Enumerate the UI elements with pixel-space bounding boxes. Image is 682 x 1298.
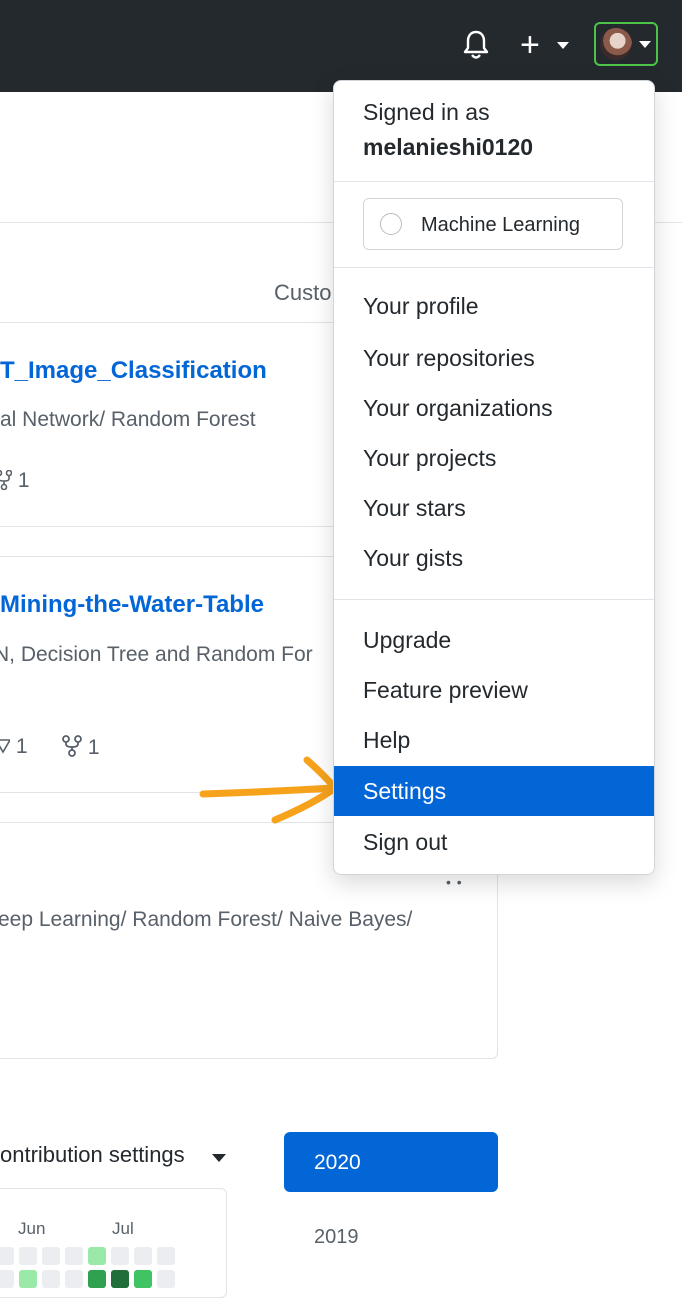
repo-link[interactable]: Mining-the-Water-Table [0,591,264,619]
contribution-cell[interactable] [19,1247,37,1265]
fork-count: 1 [0,469,30,493]
contribution-cell[interactable] [88,1247,106,1265]
year-2020-button[interactable]: 2020 [284,1132,498,1192]
plus-icon[interactable]: + [520,28,540,62]
menu-item-feature-preview[interactable]: Feature preview [334,665,654,715]
menu-item-your-stars[interactable]: Your stars [334,483,654,533]
menu-item-your-organizations[interactable]: Your organizations [334,383,654,433]
fork-icon [0,469,13,491]
chevron-down-icon[interactable] [212,1154,226,1162]
divider [334,599,654,600]
menu-item-your-gists[interactable]: Your gists [334,533,654,583]
drag-handle-icon[interactable]: • • [446,874,463,890]
repo-description: N, Decision Tree and Random For [0,643,313,666]
username: melanieshi0120 [363,134,534,160]
user-dropdown-menu: Signed in as melanieshi0120 Machine Lear… [333,80,655,875]
status-label: Machine Learning [421,214,580,236]
menu-item-settings[interactable]: Settings [334,766,654,816]
customize-pins-link[interactable]: Custo [274,280,331,306]
year-label: 2020 [314,1151,361,1174]
signed-in-label: Signed in as [363,99,490,125]
month-label: Jul [112,1219,134,1238]
menu-item-your-projects[interactable]: Your projects [334,433,654,483]
contribution-cell[interactable] [111,1247,129,1265]
menu-item-help[interactable]: Help [334,715,654,765]
contribution-cell[interactable] [134,1247,152,1265]
contribution-cell[interactable] [0,1270,14,1288]
thought-bubble-icon [380,213,402,235]
month-label: Jun [18,1219,46,1238]
chevron-down-icon [639,41,651,48]
fork-count-value: 1 [17,469,30,492]
contribution-cell[interactable] [65,1270,83,1288]
contribution-cell[interactable] [157,1247,175,1265]
contribution-cell[interactable] [88,1270,106,1288]
contribution-settings-button[interactable]: ontribution settings [0,1142,185,1168]
divider [334,267,654,268]
menu-item-sign-out[interactable]: Sign out [334,817,654,867]
repo-link[interactable]: T_Image_Classification [0,357,267,385]
divider [334,181,654,182]
menu-item-upgrade[interactable]: Upgrade [334,615,654,665]
avatar-menu-button[interactable] [594,22,658,66]
contribution-cell[interactable] [0,1247,14,1265]
repo-description: al Network/ Random Forest [0,408,256,431]
fork-icon [62,735,82,757]
contribution-cell[interactable] [19,1270,37,1288]
contribution-cell[interactable] [134,1270,152,1288]
contribution-cell[interactable] [111,1270,129,1288]
avatar [600,28,632,60]
chevron-down-icon[interactable] [557,42,569,49]
star-count: 1 [0,735,28,759]
menu-item-your-profile[interactable]: Your profile [334,281,654,331]
star-count-value: 1 [15,735,28,758]
set-status-button[interactable]: Machine Learning [363,198,623,250]
contribution-cell[interactable] [42,1247,60,1265]
contribution-cell[interactable] [157,1270,175,1288]
top-header: + [0,0,682,92]
arrow-annotation-icon [199,756,339,824]
bell-icon[interactable] [462,29,490,61]
star-icon [0,739,12,754]
contribution-cell[interactable] [65,1247,83,1265]
menu-item-your-repositories[interactable]: Your repositories [334,333,654,383]
year-2019-button[interactable]: 2019 [314,1226,359,1249]
repo-description: eep Learning/ Random Forest/ Naive Bayes… [0,908,413,931]
fork-count[interactable]: 1 [62,735,100,760]
contribution-cell[interactable] [42,1270,60,1288]
fork-count-value: 1 [87,736,100,759]
